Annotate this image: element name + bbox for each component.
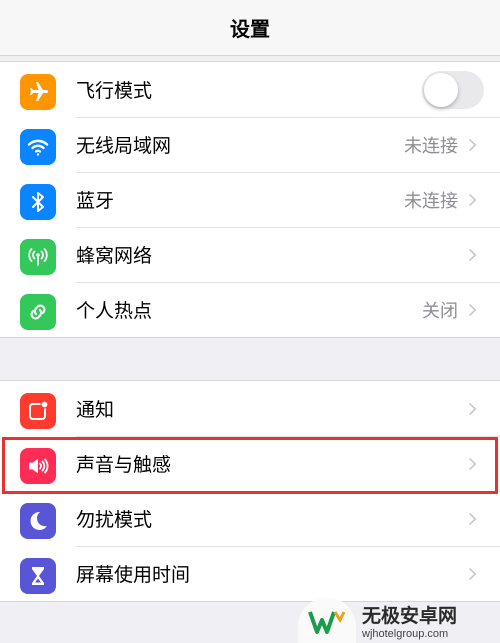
chevron-right-icon [462,399,482,419]
settings-row-label: 蓝牙 [76,190,115,212]
toggle-knob [424,72,458,107]
watermark-text: 无极安卓网 wjhotelgroup.com [362,601,457,640]
settings-row-label: 声音与触感 [76,454,172,476]
moon-icon [20,503,56,539]
notification-icon [20,393,56,429]
chevron-right-icon [462,190,482,210]
hourglass-icon [20,558,56,594]
chevron-right-icon [462,135,482,155]
chevron-right-icon [462,564,482,584]
settings-row-wifi[interactable]: 无线局域网 未连接 [0,117,500,172]
speaker-icon [20,448,56,484]
settings-row-label: 个人热点 [76,300,153,322]
cellular-antenna-icon [20,239,56,275]
bluetooth-icon [20,184,56,220]
settings-row-sounds-haptics[interactable]: 声音与触感 [0,436,500,491]
watermark-sub: wjhotelgroup.com [362,628,449,640]
watermark-main: 无极安卓网 [362,605,458,627]
airplane-mode-toggle[interactable] [422,70,484,109]
chevron-right-icon [462,454,482,474]
settings-row-bluetooth[interactable]: 蓝牙 未连接 [0,172,500,227]
settings-row-label: 飞行模式 [76,80,153,102]
settings-group-notifications: 通知 声音与触感 勿扰模式 屏幕使用时间 [0,380,500,602]
settings-row-label: 无线局域网 [76,135,172,157]
wifi-status: 未连接 [404,135,458,157]
page-title: 设置 [230,17,270,41]
wifi-icon [20,129,56,165]
hotspot-status: 关闭 [422,300,458,322]
settings-row-screen-time[interactable]: 屏幕使用时间 [0,546,500,601]
settings-group-connectivity: 飞行模式 无线局域网 未连接 蓝牙 未连接 蜂窝网络 个人热点 关闭 [0,61,500,338]
settings-row-label: 通知 [76,399,115,421]
chevron-right-icon [462,300,482,320]
settings-row-airplane-mode[interactable]: 飞行模式 [0,62,500,117]
chevron-right-icon [462,509,482,529]
settings-row-hotspot[interactable]: 个人热点 关闭 [0,282,500,337]
settings-row-label: 蜂窝网络 [76,245,153,267]
hotspot-link-icon [20,294,56,330]
settings-row-notifications[interactable]: 通知 [0,381,500,436]
nav-bar: 设置 [0,0,500,56]
bluetooth-status: 未连接 [404,190,458,212]
airplane-icon [20,74,56,110]
settings-row-label: 勿扰模式 [76,509,153,531]
watermark: 无极安卓网 wjhotelgroup.com [298,598,498,643]
settings-row-cellular[interactable]: 蜂窝网络 [0,227,500,282]
w-logo-icon [298,598,356,643]
chevron-right-icon [462,245,482,265]
settings-row-label: 屏幕使用时间 [76,564,191,586]
settings-row-do-not-disturb[interactable]: 勿扰模式 [0,491,500,546]
